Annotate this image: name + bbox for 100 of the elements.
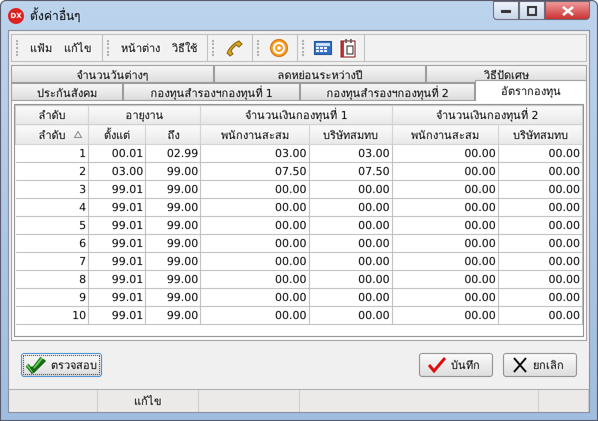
table-cell: 02.99 <box>146 144 201 162</box>
table-cell: 03.00 <box>309 144 392 162</box>
table-cell: 00.00 <box>200 234 309 252</box>
target-icon[interactable] <box>269 38 289 58</box>
close-icon <box>562 6 574 16</box>
group-header: อายุงาน <box>88 106 201 124</box>
table-cell: 07.50 <box>200 162 309 180</box>
group-header: ลำดับ <box>16 106 89 124</box>
table-cell: 00.00 <box>392 270 498 288</box>
table-cell: 99.00 <box>146 180 201 198</box>
table-cell: 00.00 <box>498 216 582 234</box>
table-cell: 07.50 <box>309 162 392 180</box>
table-cell: 8 <box>16 270 89 288</box>
table-cell: 99.01 <box>88 198 146 216</box>
table-cell: 00.00 <box>309 234 392 252</box>
table-cell: 00.00 <box>392 252 498 270</box>
table-cell: 00.00 <box>392 288 498 306</box>
table-cell: 00.00 <box>309 198 392 216</box>
checkmark-icon <box>428 357 446 373</box>
cross-icon <box>512 357 528 373</box>
tab[interactable]: อัตรากองทุน <box>475 80 587 101</box>
check-button[interactable]: ตรวจสอบ <box>21 353 102 377</box>
menu-item[interactable]: แก้ไข <box>62 39 94 57</box>
table-cell: 00.00 <box>498 288 582 306</box>
table-cell: 99.00 <box>146 252 201 270</box>
table-cell: 99.00 <box>146 234 201 252</box>
table-cell: 5 <box>16 216 89 234</box>
table-cell: 03.00 <box>88 162 146 180</box>
table-cell: 99.01 <box>88 234 146 252</box>
column-header[interactable]: ลำดับ <box>16 124 89 144</box>
table-cell: 00.00 <box>200 288 309 306</box>
table-cell: 2 <box>16 162 89 180</box>
minimize-icon <box>501 8 511 12</box>
table-cell: 1 <box>16 144 89 162</box>
table-cell: 00.00 <box>498 252 582 270</box>
table-cell: 00.00 <box>309 252 392 270</box>
menu-item[interactable]: หน้าต่าง <box>119 39 162 57</box>
table-cell: 6 <box>16 234 89 252</box>
table-cell: 00.00 <box>200 306 309 324</box>
table-cell: 00.00 <box>200 252 309 270</box>
column-header[interactable]: พนักงานสะสม <box>200 124 309 144</box>
column-header[interactable]: ถึง <box>146 124 201 144</box>
table-cell: 00.00 <box>498 234 582 252</box>
column-header[interactable]: พนักงานสะสม <box>392 124 498 144</box>
table-cell: 00.00 <box>498 306 582 324</box>
calendar-icon[interactable] <box>340 38 356 58</box>
table-cell: 00.00 <box>498 270 582 288</box>
table-cell: 00.00 <box>200 216 309 234</box>
table-cell: 00.00 <box>498 144 582 162</box>
window-title: ตั้งค่าอื่นๆ <box>30 6 80 25</box>
table-cell: 9 <box>16 288 89 306</box>
table-cell: 00.00 <box>200 270 309 288</box>
table-cell: 00.00 <box>392 144 498 162</box>
table-cell: 00.00 <box>392 198 498 216</box>
double-check-icon <box>26 356 46 374</box>
table-cell: 99.01 <box>88 288 146 306</box>
table-cell: 00.00 <box>309 216 392 234</box>
table-cell: 00.00 <box>200 198 309 216</box>
tab[interactable]: กองทุนสำรองฯกองทุนที่ 1 <box>123 83 300 101</box>
table-cell: 00.01 <box>88 144 146 162</box>
table-cell: 00.00 <box>309 180 392 198</box>
calculator-icon[interactable] <box>314 40 332 56</box>
column-header[interactable]: บริษัทสมทบ <box>309 124 392 144</box>
menu-item[interactable]: วิธีใช้ <box>170 39 199 57</box>
table-cell: 99.00 <box>146 306 201 324</box>
table-cell: 99.00 <box>146 270 201 288</box>
cancel-button[interactable]: ยกเลิก <box>503 353 577 377</box>
column-header[interactable]: ตั้งแต่ <box>88 124 146 144</box>
column-header[interactable]: บริษัทสมทบ <box>498 124 582 144</box>
table-cell: 00.00 <box>392 162 498 180</box>
table-cell: 03.00 <box>200 144 309 162</box>
table-cell: 00.00 <box>498 198 582 216</box>
table-cell: 99.01 <box>88 180 146 198</box>
table-cell: 00.00 <box>498 180 582 198</box>
group-header: จำนวนเงินกองทุนที่ 1 <box>200 106 392 124</box>
tab[interactable]: กองทุนสำรองฯกองทุนที่ 2 <box>300 83 475 101</box>
table-cell: 99.00 <box>146 162 201 180</box>
save-button[interactable]: บันทึก <box>419 353 493 377</box>
maximize-button[interactable] <box>519 1 545 20</box>
table-cell: 99.00 <box>146 288 201 306</box>
table-cell: 00.00 <box>392 306 498 324</box>
table-cell: 99.01 <box>88 270 146 288</box>
tab[interactable]: จำนวนวันต่างๆ <box>11 65 214 83</box>
table-cell: 00.00 <box>392 180 498 198</box>
phone-icon[interactable] <box>224 39 244 57</box>
maximize-icon <box>527 6 537 16</box>
table-cell: 99.01 <box>88 216 146 234</box>
table-cell: 99.01 <box>88 252 146 270</box>
table-cell: 00.00 <box>309 306 392 324</box>
table-cell: 99.00 <box>146 198 201 216</box>
tab[interactable]: ประกันสังคม <box>11 83 123 101</box>
status-text: แก้ไข <box>134 394 162 410</box>
table-cell: 00.00 <box>309 270 392 288</box>
table-cell: 3 <box>16 180 89 198</box>
minimize-button[interactable] <box>493 1 519 20</box>
close-button[interactable] <box>545 1 590 20</box>
table-cell: 00.00 <box>392 234 498 252</box>
table-cell: 10 <box>16 306 89 324</box>
menu-item[interactable]: แฟ้ม <box>28 39 54 57</box>
tab[interactable]: ลดหย่อนระหว่างปี <box>214 65 426 83</box>
